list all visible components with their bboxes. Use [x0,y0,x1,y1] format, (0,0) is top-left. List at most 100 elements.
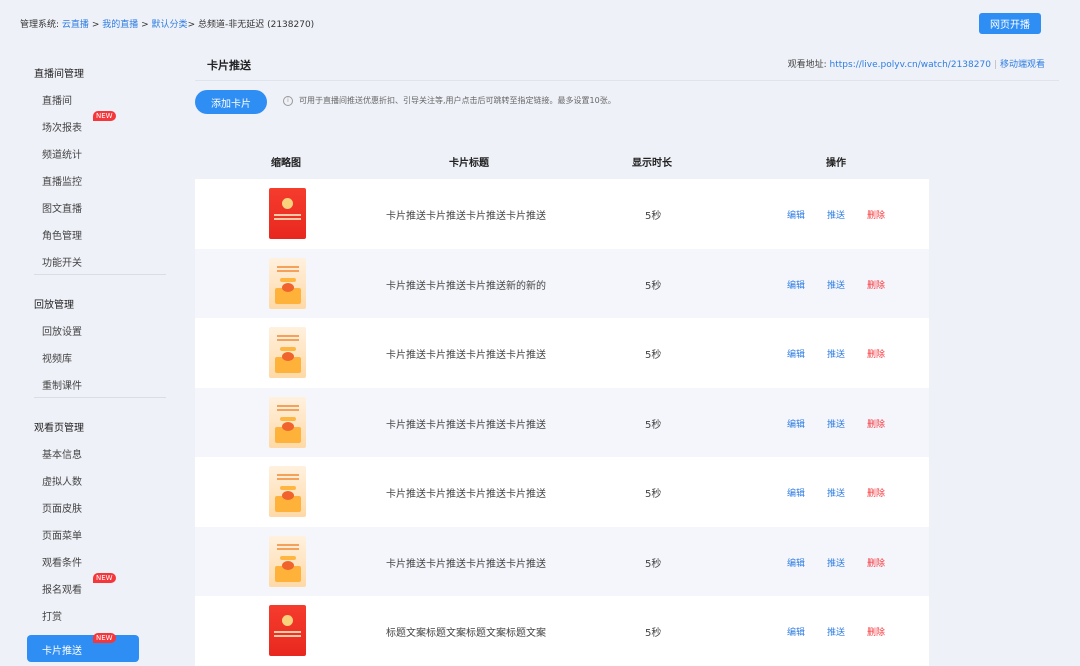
gift-card-thumbnail [269,327,306,378]
sidebar-item-basic-info[interactable]: 基本信息 [42,446,82,461]
card-duration: 5秒 [645,558,662,570]
sidebar-divider [34,397,166,398]
new-badge: NEW [93,573,116,583]
watch-address: 观看地址: https://live.polyv.cn/watch/213827… [788,57,1045,70]
table-row: 卡片推送卡片推送卡片推送卡片推送 5秒 编辑 推送 删除 [195,179,929,249]
gift-card-thumbnail [269,396,306,448]
sidebar-item-page-skin[interactable]: 页面皮肤 [42,500,82,515]
sidebar-item-role-management[interactable]: 角色管理 [42,227,82,242]
breadcrumb-separator: > [91,20,100,30]
header-divider [195,80,1059,81]
sidebar-item-live-monitor[interactable]: 直播监控 [42,173,82,188]
sidebar-item-remake-courseware[interactable]: 重制课件 [42,377,82,392]
sidebar-group-title: 回放管理 [34,300,74,311]
edit-link[interactable]: 编辑 [787,417,805,430]
sidebar-group-title: 观看页管理 [34,423,84,434]
breadcrumb-link-my-live[interactable]: 我的直播 [102,20,138,30]
web-live-button[interactable]: 网页开播 [979,13,1041,34]
sidebar-item-video-library[interactable]: 视频库 [42,350,72,365]
mobile-watch-link[interactable]: 移动端观看 [1000,60,1045,70]
sidebar-item-label: 卡片推送 [42,646,82,657]
sidebar-divider [34,274,166,275]
delete-link[interactable]: 删除 [867,625,885,638]
card-duration: 5秒 [645,211,662,222]
new-badge: NEW [93,633,116,643]
push-link[interactable]: 推送 [827,556,845,569]
table-row: 卡片推送卡片推送卡片推送卡片推送 5秒 编辑 推送 删除 [195,387,929,457]
table-row: 卡片推送卡片推送卡片推送卡片推送 5秒 编辑 推送 删除 [195,526,929,596]
gift-card-thumbnail [269,257,306,309]
table-row: 标题文案标题文案标题文案标题文案 5秒 编辑 推送 删除 [195,596,929,666]
table-row: 卡片推送卡片推送卡片推送卡片推送 5秒 编辑 推送 删除 [195,318,929,388]
top-bar: 管理系统: 云直播 > 我的直播 > 默认分类> 总频道-非无延迟 (21382… [0,0,1080,46]
column-header-title: 卡片标题 [449,158,489,169]
card-title: 卡片推送卡片推送卡片推送新的新的 [386,280,546,292]
push-link[interactable]: 推送 [827,417,845,430]
table-body: 卡片推送卡片推送卡片推送卡片推送 5秒 编辑 推送 删除 卡片推送卡片推送卡片推送新的新的… [195,179,929,666]
page-title: 卡片推送 [207,59,251,72]
card-title: 标题文案标题文案标题文案标题文案 [386,628,546,639]
sidebar-item-graphic-live[interactable]: 图文直播 [42,200,82,215]
card-title: 卡片推送卡片推送卡片推送卡片推送 [386,211,546,222]
delete-link[interactable]: 删除 [867,278,885,291]
column-header-actions: 操作 [826,158,846,169]
table-header: 缩略图 卡片标题 显示时长 操作 [195,141,929,179]
push-link[interactable]: 推送 [827,278,845,291]
sidebar-item-playback-settings[interactable]: 回放设置 [42,323,82,338]
sidebar-item-virtual-viewers[interactable]: 虚拟人数 [42,473,82,488]
sidebar-item-card-push[interactable]: 卡片推送 NEW [27,633,139,662]
edit-link[interactable]: 编辑 [787,208,805,221]
delete-link[interactable]: 删除 [867,486,885,499]
sidebar-item-session-report[interactable]: 场次报表 [42,119,82,134]
add-card-button[interactable]: 添加卡片 [195,90,267,114]
breadcrumb-prefix: 管理系统: [20,20,60,30]
gift-card-thumbnail [269,535,306,587]
delete-link[interactable]: 删除 [867,208,885,221]
card-title: 卡片推送卡片推送卡片推送卡片推送 [386,558,546,570]
delete-link[interactable]: 删除 [867,556,885,569]
card-table: 缩略图 卡片标题 显示时长 操作 卡片推送卡片推送卡片推送卡片推送 5秒 编辑 推送删… [195,141,929,666]
column-header-duration: 显示时长 [632,158,672,169]
edit-link[interactable]: 编辑 [787,278,805,291]
edit-link[interactable]: 编辑 [787,625,805,638]
card-duration: 5秒 [645,419,662,431]
tip-message: 可用于直播间推送优惠折扣、引导关注等,用户点击后可跳转至指定链接。最多设置10张… [299,96,616,105]
sidebar-item-channel-stats[interactable]: 频道统计 [42,146,82,161]
gift-card-thumbnail [269,466,306,517]
sidebar-item-feature-switch[interactable]: 功能开关 [42,254,82,269]
sidebar-item-registration-viewing[interactable]: 报名观看 [42,581,82,596]
new-badge: NEW [93,111,116,121]
breadcrumb-current: 总频道-非无延迟 (2138270) [197,20,315,30]
sidebar-group-title: 直播间管理 [34,69,84,80]
sidebar-item-live-room[interactable]: 直播间 [42,92,72,107]
edit-link[interactable]: 编辑 [787,347,805,360]
edit-link[interactable]: 编辑 [787,486,805,499]
push-link[interactable]: 推送 [827,208,845,221]
push-link[interactable]: 推送 [827,486,845,499]
column-header-thumbnail: 缩略图 [271,158,301,169]
card-title: 卡片推送卡片推送卡片推送卡片推送 [386,419,546,431]
watch-url-link[interactable]: https://live.polyv.cn/watch/2138270 [830,60,991,70]
card-duration: 5秒 [645,350,662,361]
sidebar-item-page-menu[interactable]: 页面菜单 [42,527,82,542]
push-link[interactable]: 推送 [827,625,845,638]
link-separator: | [993,60,997,70]
watch-label: 观看地址: [787,60,827,70]
delete-link[interactable]: 删除 [867,347,885,360]
card-duration: 5秒 [645,489,662,500]
card-duration: 5秒 [645,628,662,639]
breadcrumb-link-cloud-live[interactable]: 云直播 [62,20,89,30]
breadcrumb-link-default-category[interactable]: 默认分类 [152,20,188,30]
delete-link[interactable]: 删除 [867,417,885,430]
sidebar-item-reward[interactable]: 打赏 [42,608,62,623]
edit-link[interactable]: 编辑 [787,556,805,569]
card-duration: 5秒 [645,280,662,292]
breadcrumb-separator: > [187,20,196,30]
sidebar: 直播间管理 直播间 场次报表 NEW 频道统计 直播监控 图文直播 角色管理 功… [0,46,190,666]
push-link[interactable]: 推送 [827,347,845,360]
sidebar-item-viewing-conditions[interactable]: 观看条件 [42,554,82,569]
card-title: 卡片推送卡片推送卡片推送卡片推送 [386,350,546,361]
info-icon: i [283,95,293,106]
breadcrumb: 管理系统: 云直播 > 我的直播 > 默认分类> 总频道-非无延迟 (21382… [20,17,314,30]
red-envelope-thumbnail [269,188,306,239]
